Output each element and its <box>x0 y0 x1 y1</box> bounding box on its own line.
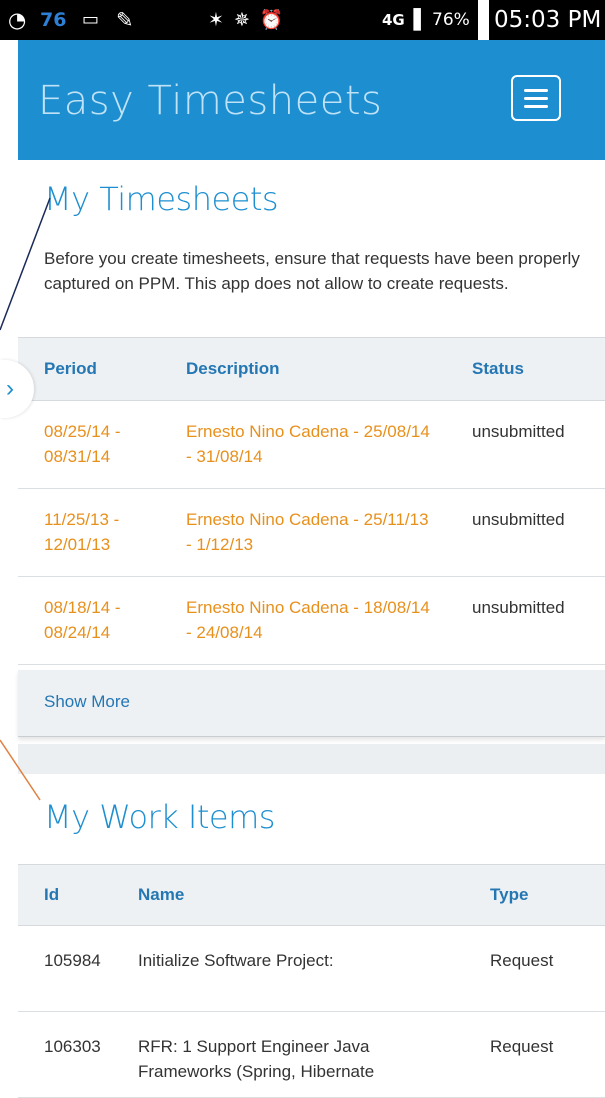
annotation-lines <box>0 197 51 801</box>
annotation-line-orange <box>0 739 41 801</box>
annotation-line-blue <box>0 197 51 331</box>
